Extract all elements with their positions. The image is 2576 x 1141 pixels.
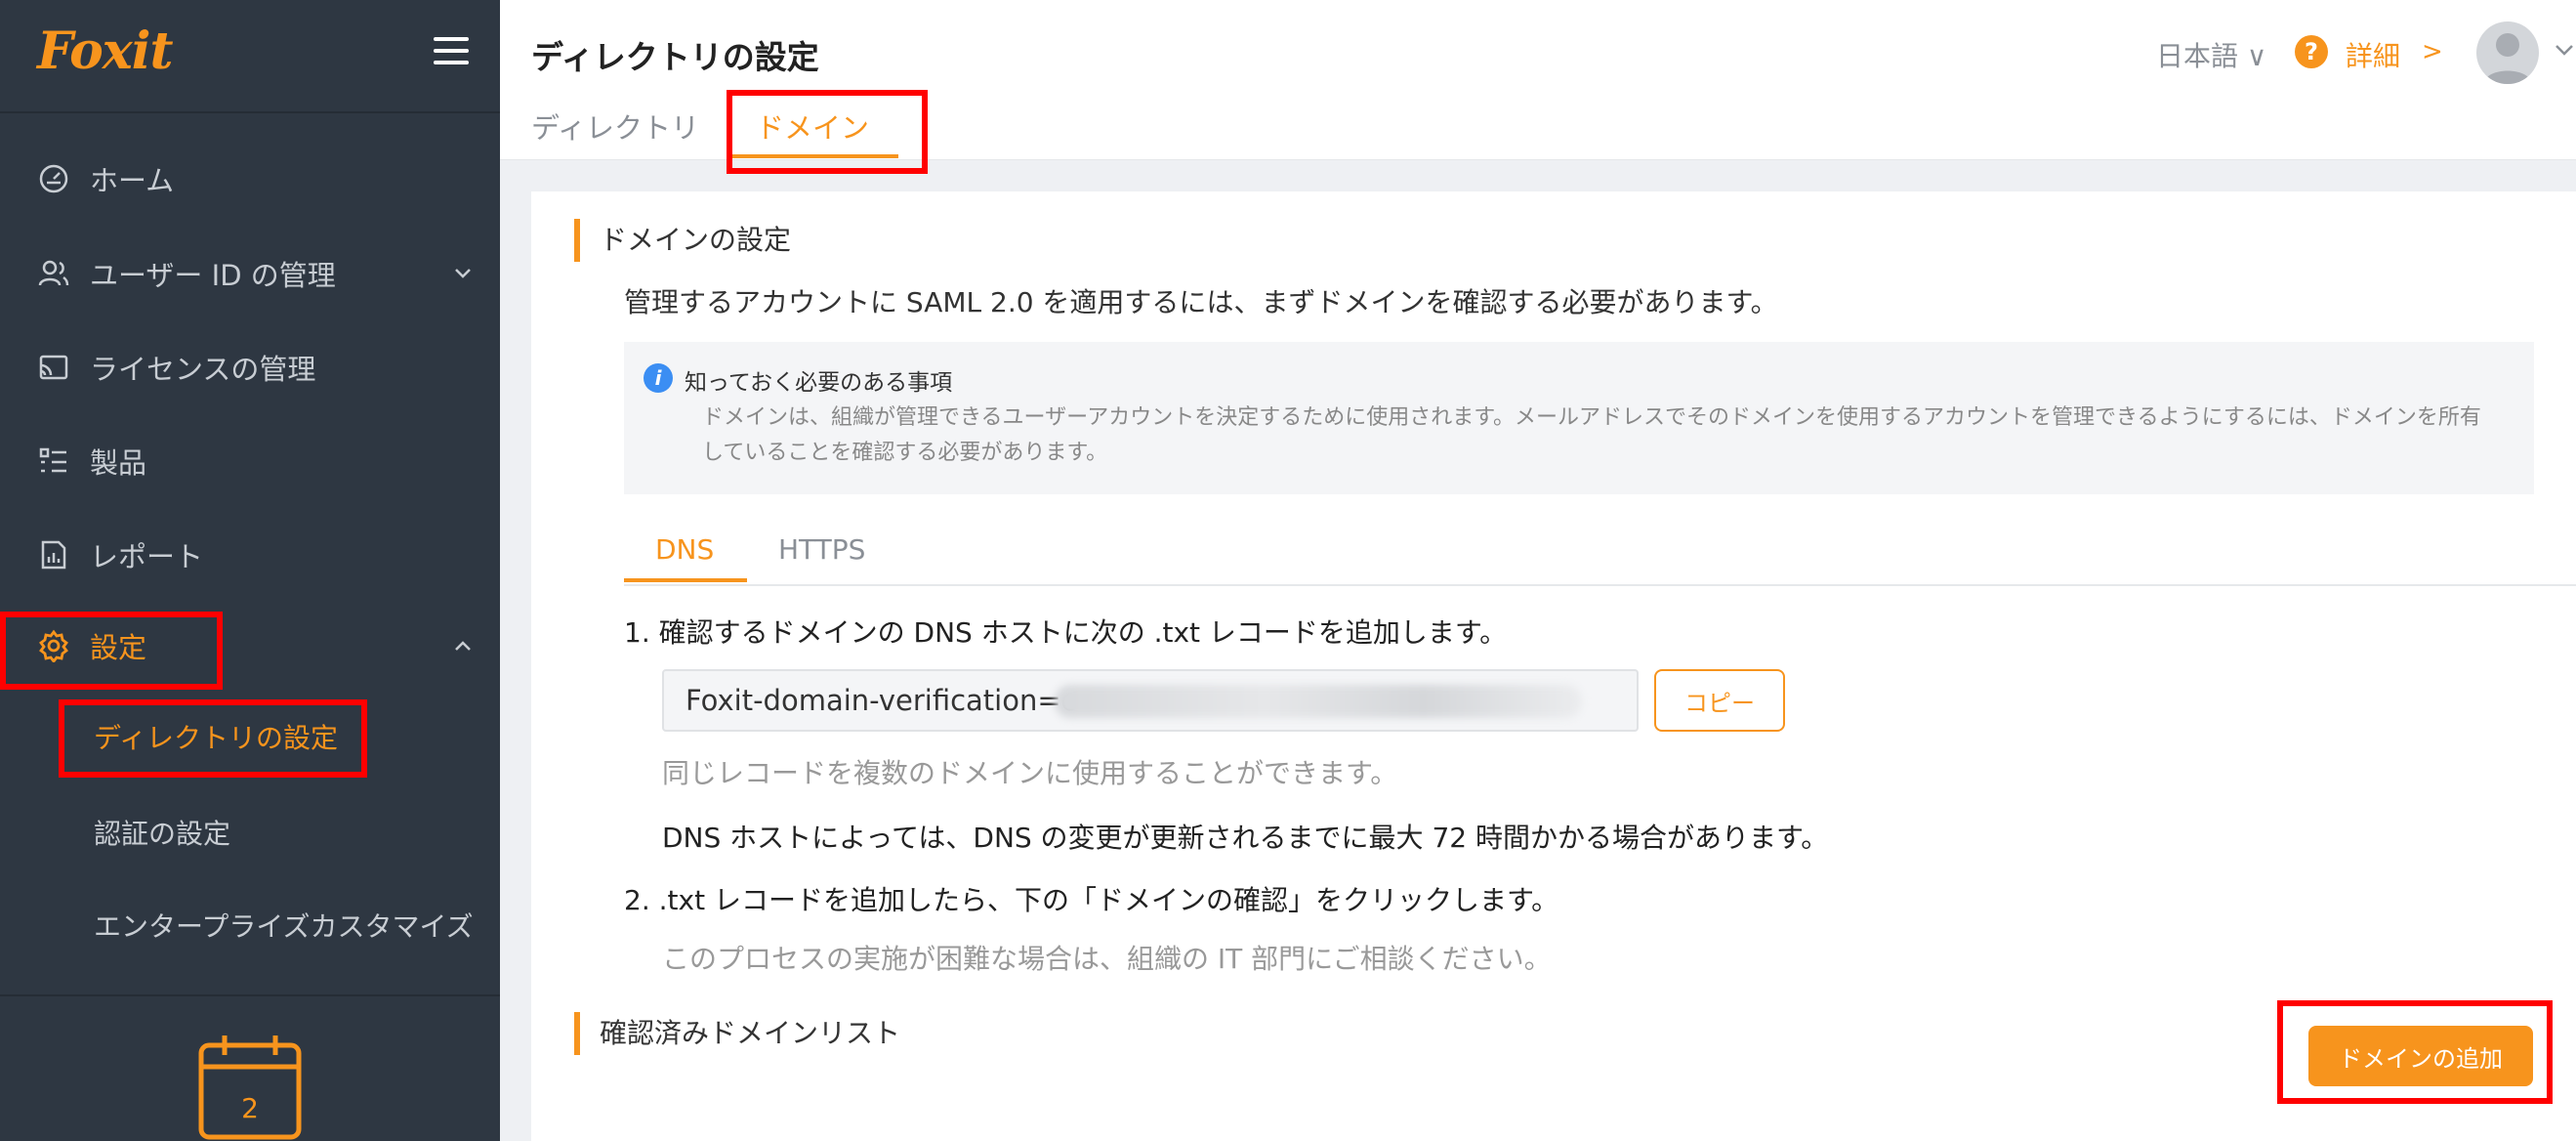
sidebar-item-label: ユーザー ID の管理 <box>90 259 336 292</box>
note-multi-domain: 同じレコードを複数のドメインに使用することができます。 <box>662 757 1398 789</box>
help-icon[interactable]: ? <box>2295 35 2328 68</box>
page-title: ディレクトリの設定 <box>531 38 819 76</box>
foxit-logo[interactable]: Foxit <box>37 21 174 81</box>
redacted-value <box>1055 685 1582 718</box>
sidebar-item-label: レポート <box>90 540 204 573</box>
sidebar-item-label: ライセンスの管理 <box>90 353 316 386</box>
avatar[interactable] <box>2476 21 2539 84</box>
annotation-box-domain-tab <box>727 90 928 174</box>
tab-directory[interactable]: ディレクトリ <box>531 106 699 147</box>
license-icon <box>37 351 70 384</box>
info-title: 知っておく必要のある事項 <box>685 370 953 396</box>
saml-description: 管理するアカウントに SAML 2.0 を適用するには、まずドメインを確認する必… <box>624 286 1778 318</box>
info-body: ドメインは、組織が管理できるユーザーアカウントを決定するために使用されます。メー… <box>702 405 2481 465</box>
sidebar-item-label: ホーム <box>90 164 175 197</box>
sidebar-subitem-auth-settings[interactable]: 認証の設定 <box>94 813 230 852</box>
chevron-up-icon <box>451 634 475 657</box>
chevron-right-icon: > <box>2422 37 2443 66</box>
chevron-down-icon[interactable] <box>2555 43 2574 57</box>
info-box: i 知っておく必要のある事項 ドメインは、組織が管理できるユーザーアカウントを決… <box>624 342 2534 494</box>
info-icon: i <box>644 363 673 393</box>
sidebar-item-license[interactable]: ライセンスの管理 <box>0 333 500 401</box>
menu-toggle-icon[interactable] <box>434 37 469 64</box>
sidebar-item-home[interactable]: ホーム <box>0 145 500 213</box>
section-title-domain-settings: ドメインの設定 <box>574 219 791 262</box>
sidebar-header: Foxit <box>0 0 500 113</box>
annotation-box-add-domain <box>2277 1000 2553 1104</box>
txt-record-field[interactable]: Foxit-domain-verification=c <box>662 669 1639 732</box>
users-icon <box>37 257 70 290</box>
chevron-down-icon <box>451 262 475 285</box>
sidebar: Foxit ホーム ユーザー ID の管理 ライセンスの管理 製品 レポート 設… <box>0 0 500 1141</box>
sidebar-item-users[interactable]: ユーザー ID の管理 <box>0 239 500 308</box>
sidebar-item-reports[interactable]: レポート <box>0 521 500 589</box>
domain-settings-card: ドメインの設定 管理するアカウントに SAML 2.0 を適用するには、まずドメ… <box>531 191 2576 1141</box>
section-title-verified-domains: 確認済みドメインリスト <box>574 1012 900 1055</box>
txt-record-value: Foxit-domain-verification=c <box>686 684 1077 717</box>
step-1-text: 1. 確認するドメインの DNS ホストに次の .txt レコードを追加します。 <box>624 616 1508 649</box>
calendar-day: 2 <box>241 1092 259 1124</box>
report-icon <box>37 538 70 571</box>
dashboard-icon <box>37 162 70 195</box>
annotation-box-settings <box>0 612 223 690</box>
sidebar-item-label: 製品 <box>90 446 147 480</box>
note-contact-it: このプロセスの実施が困難な場合は、組織の IT 部門にご相談ください。 <box>662 943 1552 975</box>
annotation-box-directory-settings <box>59 699 367 778</box>
language-selector[interactable]: 日本語 ∨ <box>2156 35 2266 74</box>
active-method-indicator <box>624 578 747 582</box>
verification-method-tabs: DNS HTTPS <box>624 524 2576 586</box>
sidebar-item-products[interactable]: 製品 <box>0 427 500 495</box>
sidebar-subitem-enterprise-customize[interactable]: エンタープライズカスタマイズ <box>94 906 474 945</box>
tab-dns[interactable]: DNS <box>655 533 714 566</box>
calendar-icon[interactable] <box>195 1034 305 1141</box>
tab-https[interactable]: HTTPS <box>778 533 865 566</box>
step-2-text: 2. .txt レコードを追加したら、下の「ドメインの確認」をクリックします。 <box>624 884 1559 916</box>
products-icon <box>37 444 70 478</box>
help-link[interactable]: 詳細 <box>2346 35 2400 74</box>
copy-button[interactable]: コピー <box>1654 669 1785 732</box>
note-dns-delay: DNS ホストによっては、DNS の変更が更新されるまでに最大 72 時間かかる… <box>662 822 1829 854</box>
